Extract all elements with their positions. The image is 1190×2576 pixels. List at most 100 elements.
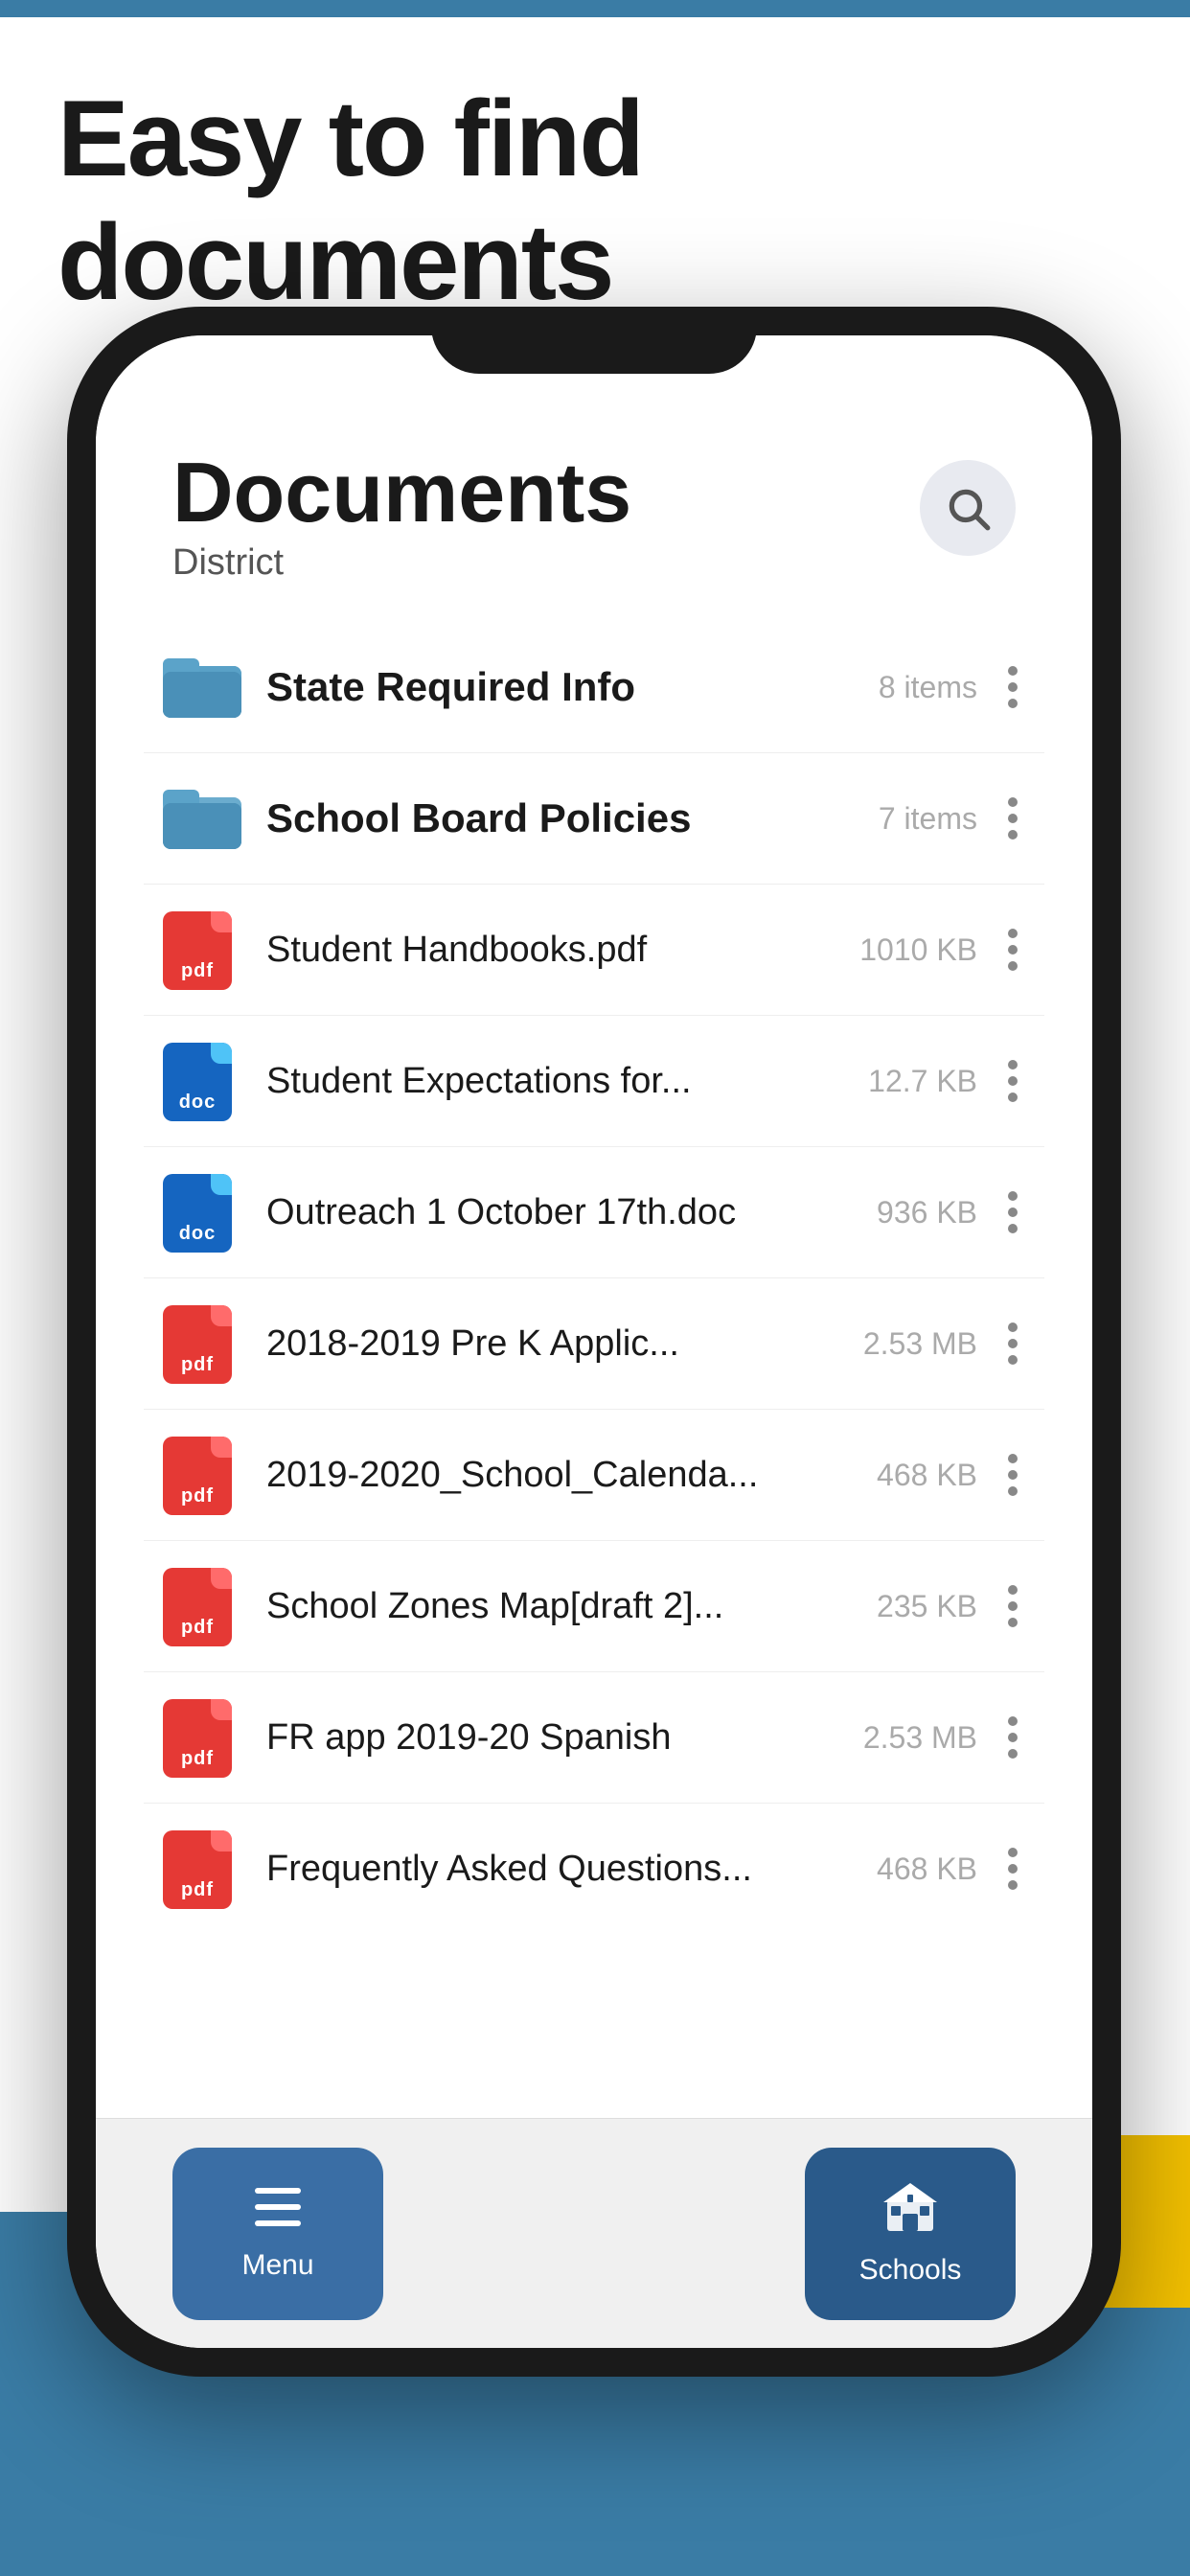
- phone-frame: Documents District: [67, 307, 1121, 2377]
- more-dot: [1008, 1601, 1018, 1611]
- item-name: State Required Info: [266, 664, 879, 710]
- folder-svg: [163, 780, 241, 849]
- more-dot: [1008, 1060, 1018, 1070]
- pdf-label: pdf: [181, 1617, 214, 1639]
- more-dot: [1008, 1848, 1018, 1857]
- more-button[interactable]: [1000, 790, 1025, 847]
- more-dot: [1008, 1076, 1018, 1086]
- item-size: 468 KB: [877, 1852, 977, 1887]
- item-size: 8 items: [879, 670, 977, 705]
- doc-label: doc: [179, 1092, 217, 1114]
- more-dot: [1008, 1092, 1018, 1102]
- item-name: 2018-2019 Pre K Applic...: [266, 1323, 863, 1365]
- pdf-label: pdf: [181, 1748, 214, 1770]
- more-dot: [1008, 1224, 1018, 1233]
- tab-schools[interactable]: Schools: [805, 2148, 1016, 2320]
- more-button[interactable]: [1000, 1446, 1025, 1504]
- more-dot: [1008, 666, 1018, 676]
- more-button[interactable]: [1000, 1577, 1025, 1635]
- more-dot: [1008, 1585, 1018, 1595]
- more-dot: [1008, 929, 1018, 938]
- page-title: Easy to find documents: [57, 77, 1190, 324]
- list-item[interactable]: pdf School Zones Map[draft 2]... 235 KB: [144, 1541, 1044, 1672]
- doc-icon-student-expectations: doc: [163, 1043, 240, 1119]
- pdf-icon-school-calendar: pdf: [163, 1437, 240, 1513]
- item-size: 7 items: [879, 801, 977, 837]
- item-size: 235 KB: [877, 1589, 977, 1624]
- more-dot: [1008, 1486, 1018, 1496]
- more-dot: [1008, 814, 1018, 823]
- more-dot: [1008, 1191, 1018, 1201]
- more-dot: [1008, 1355, 1018, 1365]
- tab-schools-label: Schools: [859, 2254, 962, 2287]
- more-dot: [1008, 1470, 1018, 1480]
- more-dot: [1008, 682, 1018, 692]
- list-item[interactable]: pdf FR app 2019-20 Spanish 2.53 MB: [144, 1672, 1044, 1804]
- pdf-icon-fr-app-spanish: pdf: [163, 1699, 240, 1776]
- more-dot: [1008, 945, 1018, 954]
- documents-header: Documents District: [96, 335, 1092, 622]
- item-size: 12.7 KB: [868, 1064, 977, 1099]
- pdf-label: pdf: [181, 1354, 214, 1376]
- tab-menu-label: Menu: [241, 2249, 313, 2282]
- more-button[interactable]: [1000, 1840, 1025, 1898]
- list-item[interactable]: doc Student Expectations for... 12.7 KB: [144, 1016, 1044, 1147]
- schools-icon: [883, 2181, 937, 2242]
- more-dot: [1008, 1880, 1018, 1890]
- more-dot: [1008, 1618, 1018, 1627]
- more-button[interactable]: [1000, 1184, 1025, 1241]
- folder-icon-state: [163, 649, 240, 725]
- more-dot: [1008, 1454, 1018, 1463]
- pdf-icon-prek-app: pdf: [163, 1305, 240, 1382]
- document-list: State Required Info 8 items: [96, 622, 1092, 1934]
- search-icon: [944, 484, 992, 532]
- list-item[interactable]: pdf 2018-2019 Pre K Applic... 2.53 MB: [144, 1278, 1044, 1410]
- more-button[interactable]: [1000, 1315, 1025, 1372]
- phone-notch: [431, 307, 757, 374]
- item-name: Student Expectations for...: [266, 1061, 868, 1102]
- pdf-label: pdf: [181, 1879, 214, 1901]
- top-stripe: [0, 0, 1190, 17]
- list-item[interactable]: pdf Frequently Asked Questions... 468 KB: [144, 1804, 1044, 1934]
- folder-svg: [163, 649, 241, 718]
- pdf-icon-student-handbooks: pdf: [163, 911, 240, 988]
- item-name: Outreach 1 October 17th.doc: [266, 1192, 877, 1233]
- item-name: School Zones Map[draft 2]...: [266, 1586, 877, 1627]
- item-name: Student Handbooks.pdf: [266, 930, 859, 971]
- more-button[interactable]: [1000, 1052, 1025, 1110]
- item-name: FR app 2019-20 Spanish: [266, 1717, 863, 1759]
- more-dot: [1008, 830, 1018, 840]
- search-button[interactable]: [920, 460, 1016, 556]
- tab-bar: Menu Schools: [96, 2118, 1092, 2348]
- more-dot: [1008, 797, 1018, 807]
- item-size: 2.53 MB: [863, 1326, 977, 1362]
- pdf-icon-school-zones: pdf: [163, 1568, 240, 1644]
- header-title-group: Documents District: [172, 450, 631, 584]
- list-item[interactable]: doc Outreach 1 October 17th.doc 936 KB: [144, 1147, 1044, 1278]
- documents-title: Documents: [172, 450, 631, 535]
- more-dot: [1008, 1339, 1018, 1348]
- doc-label: doc: [179, 1223, 217, 1245]
- item-size: 468 KB: [877, 1458, 977, 1493]
- tab-menu[interactable]: Menu: [172, 2148, 383, 2320]
- pdf-icon-faq: pdf: [163, 1830, 240, 1907]
- more-button[interactable]: [1000, 1709, 1025, 1766]
- item-size: 936 KB: [877, 1195, 977, 1230]
- item-name: School Board Policies: [266, 795, 879, 841]
- more-dot: [1008, 1864, 1018, 1874]
- item-name: Frequently Asked Questions...: [266, 1849, 877, 1890]
- doc-icon-outreach: doc: [163, 1174, 240, 1251]
- more-dot: [1008, 1716, 1018, 1726]
- pdf-label: pdf: [181, 1485, 214, 1507]
- item-size: 1010 KB: [859, 932, 977, 968]
- more-dot: [1008, 1749, 1018, 1759]
- list-item[interactable]: pdf 2019-2020_School_Calenda... 468 KB: [144, 1410, 1044, 1541]
- list-item[interactable]: State Required Info 8 items: [144, 622, 1044, 753]
- screen-content: Documents District: [96, 335, 1092, 2348]
- more-dot: [1008, 1208, 1018, 1217]
- list-item[interactable]: School Board Policies 7 items: [144, 753, 1044, 885]
- more-button[interactable]: [1000, 921, 1025, 978]
- more-button[interactable]: [1000, 658, 1025, 716]
- list-item[interactable]: pdf Student Handbooks.pdf 1010 KB: [144, 885, 1044, 1016]
- more-dot: [1008, 699, 1018, 708]
